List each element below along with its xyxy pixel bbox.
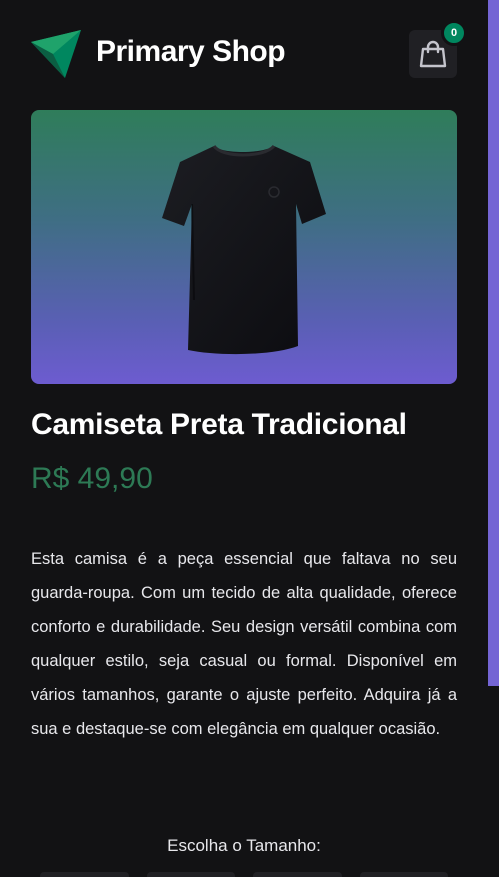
size-option[interactable] xyxy=(359,872,448,877)
triangle-logo-icon[interactable] xyxy=(31,30,81,78)
product-title: Camiseta Preta Tradicional xyxy=(31,408,407,441)
size-option[interactable] xyxy=(40,872,129,877)
brand-name[interactable]: Primary Shop xyxy=(96,35,286,69)
header: Primary Shop 0 xyxy=(0,0,488,110)
product-price: R$ 49,90 xyxy=(31,462,153,495)
product-description: Esta camisa é a peça essencial que falta… xyxy=(31,550,457,738)
size-option[interactable] xyxy=(253,872,342,877)
size-label: Escolha o Tamanho: xyxy=(167,836,321,855)
cart-count-badge: 0 xyxy=(441,20,467,46)
product-image xyxy=(31,110,457,384)
size-option[interactable] xyxy=(146,872,235,877)
size-options xyxy=(40,872,448,877)
shopping-bag-icon xyxy=(419,40,447,68)
page-scrollbar[interactable] xyxy=(488,0,499,686)
black-tshirt-image xyxy=(162,144,326,355)
